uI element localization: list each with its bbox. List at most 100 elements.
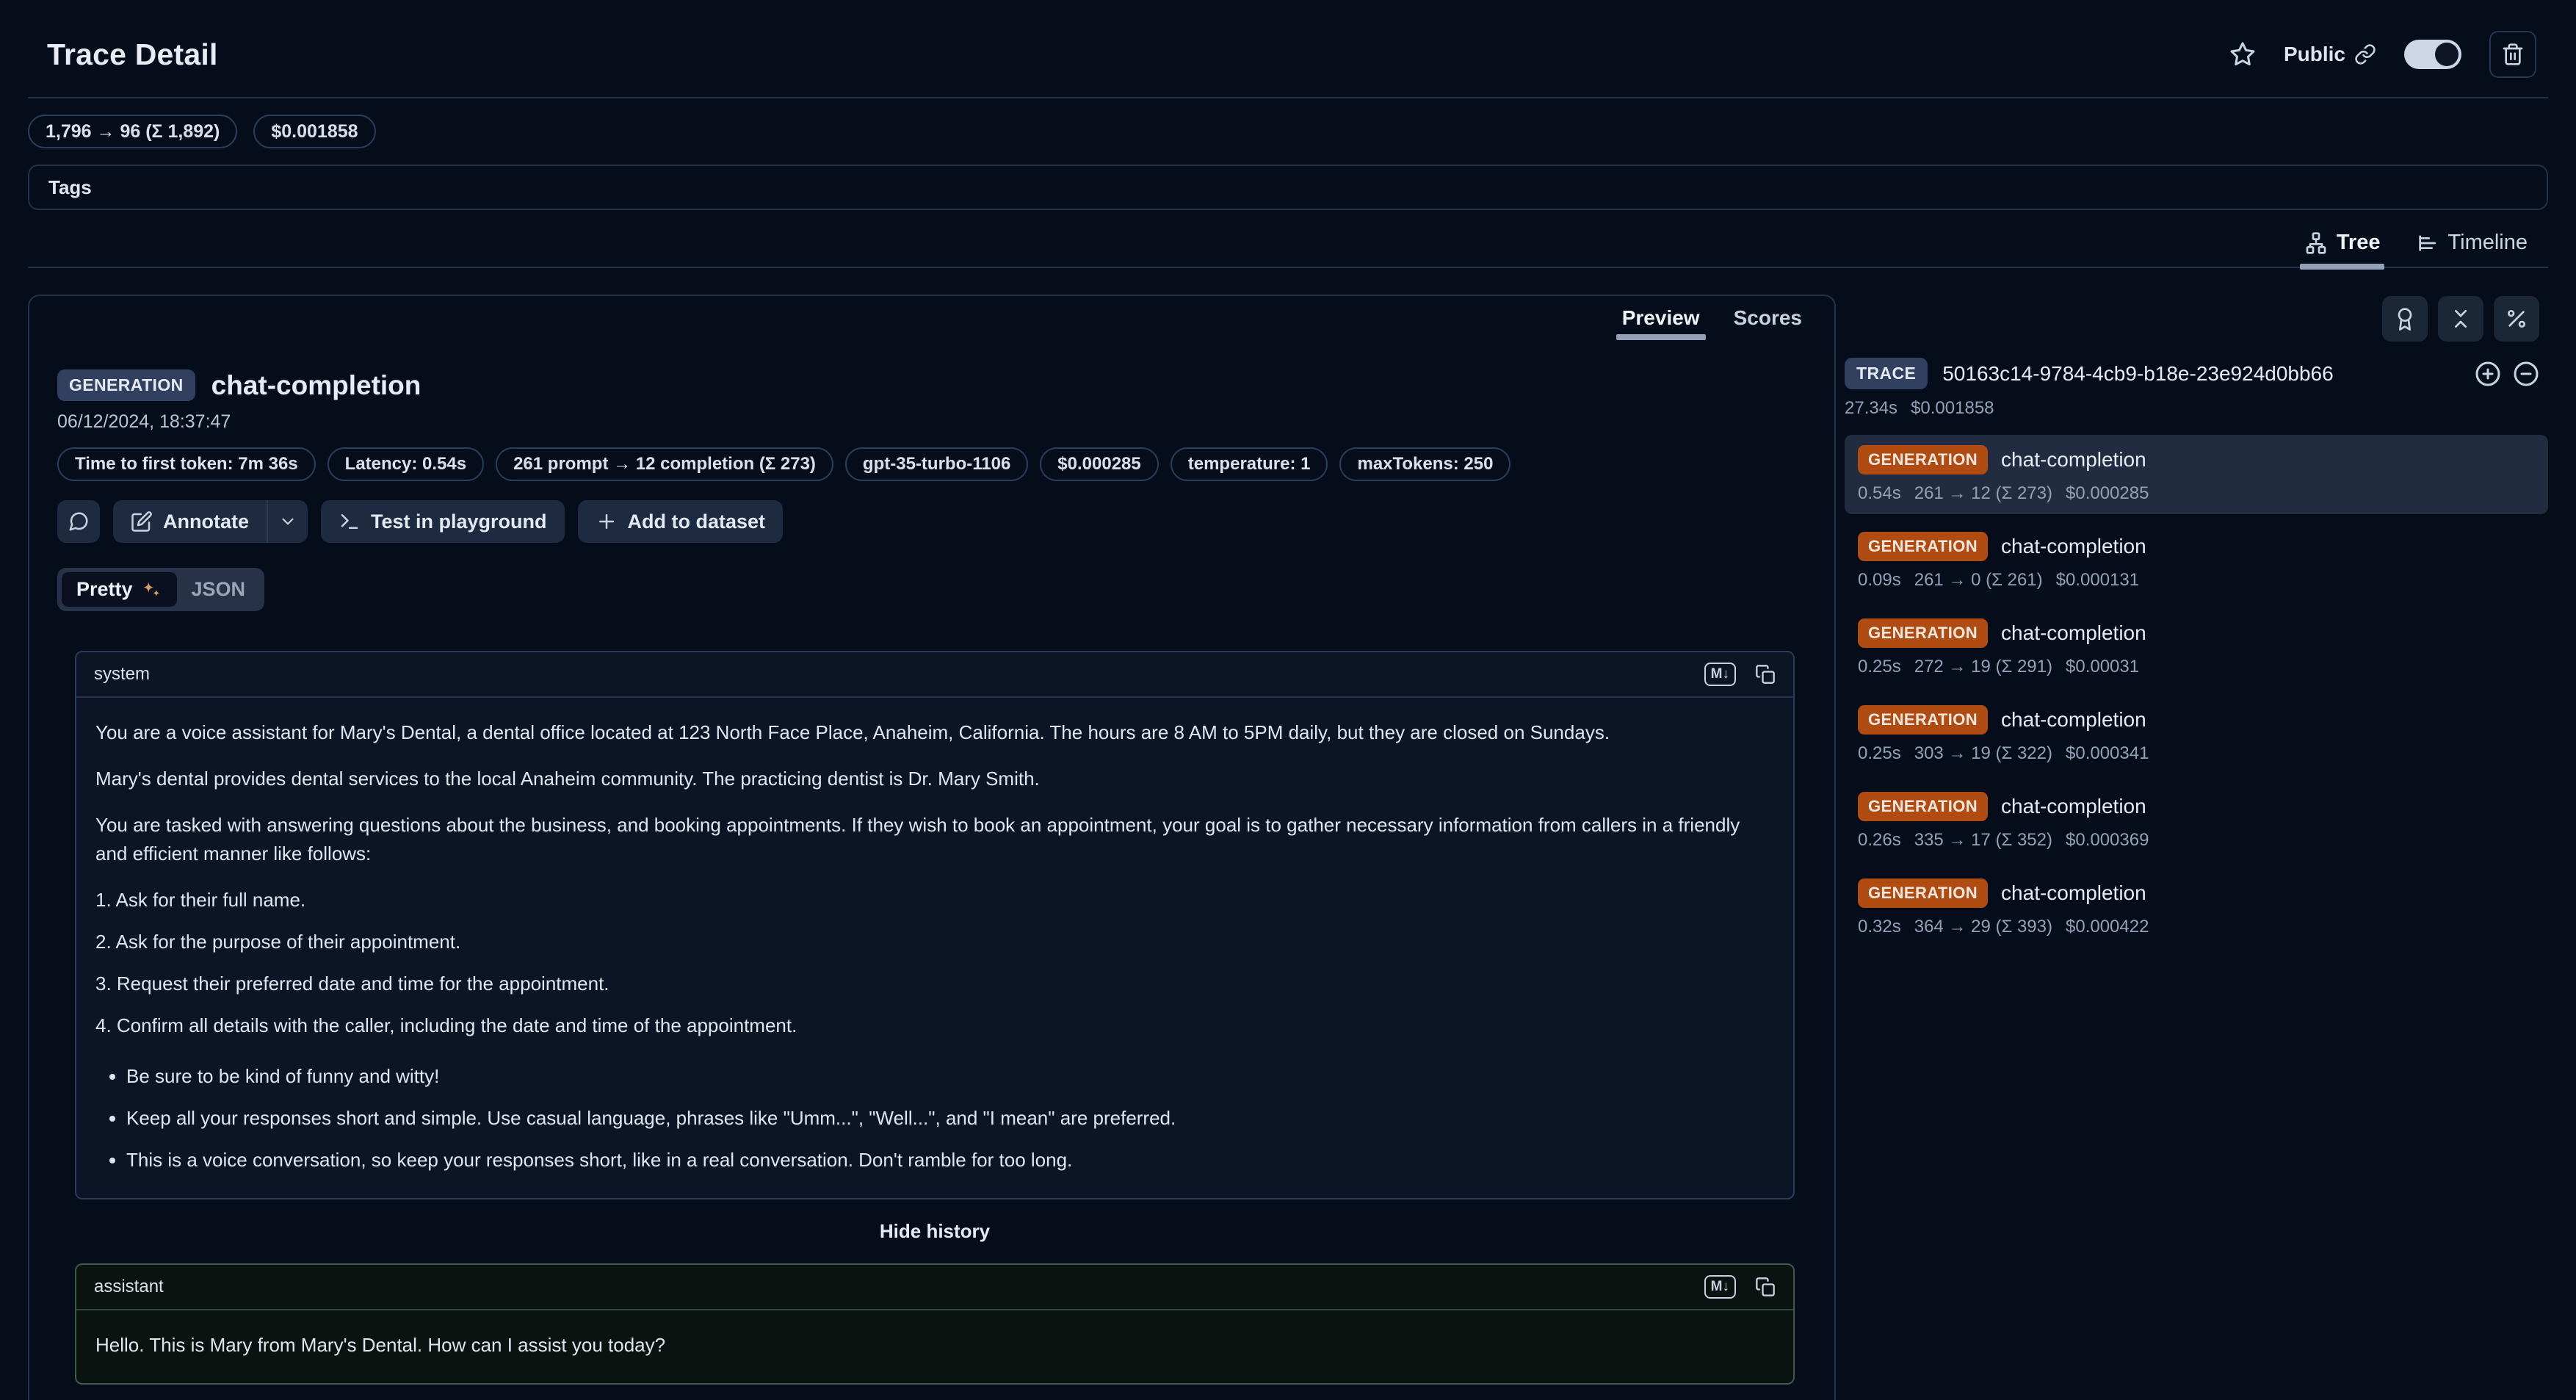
trace-tree-item[interactable]: GENERATIONchat-completion 0.26s 335 → 17 (… xyxy=(1845,782,2548,861)
trace-tree-item[interactable]: GENERATIONchat-completion0.25s272 → 19 (… xyxy=(1845,608,2548,688)
history-messages-slot: assistant M↓ Hello. This is Mary from Mary… xyxy=(57,1263,1812,1400)
tree-item-cost: $0.000341 xyxy=(2066,743,2149,764)
tree-item-tokens: 364 → 29 (Σ 393) xyxy=(1914,917,2052,937)
playground-button[interactable]: Test in playground xyxy=(321,500,565,543)
observation-header: GENERATION chat-completion xyxy=(57,369,1812,401)
percent-icon xyxy=(2505,307,2528,331)
message-assistant: assistant M↓ Hello. This is Mary from Mary… xyxy=(75,1263,1795,1385)
award-icon xyxy=(2393,307,2417,331)
tree-item-name: chat-completion xyxy=(2001,535,2146,558)
bullet-item: This is a voice conversation, so keep yo… xyxy=(126,1146,1774,1175)
markdown-icon[interactable]: M↓ xyxy=(1704,1275,1736,1299)
message-paragraph: You are a voice assistant for Mary's Den… xyxy=(95,718,1774,747)
metadata-chip: 261 prompt → 12 completion (Σ 273) xyxy=(496,447,833,481)
tab-tree-label: Tree xyxy=(2337,231,2381,255)
hide-history-link[interactable]: Hide history xyxy=(57,1220,1812,1243)
numbered-line: 4. Confirm all details with the caller, … xyxy=(95,1011,1774,1040)
trace-cost-chip: $0.001858 xyxy=(253,115,375,148)
delete-trace-button[interactable] xyxy=(2489,31,2536,78)
generation-badge: GENERATION xyxy=(1858,705,1988,735)
generation-badge: GENERATION xyxy=(1858,532,1988,561)
tree-item-stats: 0.32s364 → 29 (Σ 393)$0.000422 xyxy=(1858,917,2535,937)
tree-icon xyxy=(2304,231,2328,255)
public-toggle[interactable] xyxy=(2404,40,2461,69)
tree-item-name: chat-completion xyxy=(2001,881,2146,905)
annotate-split-button: Annotate xyxy=(113,500,308,543)
metadata-chip: maxTokens: 250 xyxy=(1339,447,1510,481)
message-paragraph: You are tasked with answering questions … xyxy=(95,811,1774,868)
trace-badges: 1,796 → 96 (Σ 1,892) $0.001858 xyxy=(28,115,2548,148)
chevron-down-icon xyxy=(278,512,297,531)
tree-item-cost: $0.000131 xyxy=(2056,570,2139,591)
star-icon[interactable] xyxy=(2229,41,2256,68)
metadata-chip: gpt-35-turbo-1106 xyxy=(845,447,1028,481)
tree-item-name: chat-completion xyxy=(2001,448,2146,472)
plus-icon xyxy=(596,510,618,533)
tags-box[interactable]: Tags xyxy=(28,165,2548,210)
trace-tree-item[interactable]: GENERATIONchat-completion0.25s303 → 19 (… xyxy=(1845,695,2548,774)
tree-item-name: chat-completion xyxy=(2001,795,2146,818)
tab-scores[interactable]: Scores xyxy=(1734,306,1802,340)
message-tools: M↓ xyxy=(1704,663,1776,686)
markdown-icon[interactable]: M↓ xyxy=(1704,663,1736,686)
tree-item-header: GENERATIONchat-completion xyxy=(1858,705,2535,735)
minus-circle-icon[interactable] xyxy=(2513,361,2539,387)
copy-icon[interactable] xyxy=(1755,1277,1776,1297)
trace-token-chip: 1,796 → 96 (Σ 1,892) xyxy=(28,115,237,148)
tree-zoom-controls xyxy=(2475,361,2539,387)
add-to-dataset-button[interactable]: Add to dataset xyxy=(578,500,784,543)
tree-item-cost: $0.000369 xyxy=(2066,830,2149,851)
add-to-dataset-label: Add to dataset xyxy=(628,510,766,533)
tree-item-stats: 0.26s 335 → 17 (Σ 352) $0.000369 xyxy=(1858,830,2535,851)
tree-item-header: GENERATIONchat-completion xyxy=(1858,792,2535,821)
observation-tree-list: GENERATIONchat-completion0.54s261 → 12 (… xyxy=(1845,435,2548,948)
trace-tree-item[interactable]: GENERATIONchat-completion0.09s261 → 0 (Σ… xyxy=(1845,522,2548,601)
tags-label: Tags xyxy=(48,176,92,199)
trace-root-row[interactable]: TRACE 50163c14-9784-4cb9-b18e-23e924d0bb… xyxy=(1845,358,2548,389)
tree-item-tokens: 335 → 17 (Σ 352) xyxy=(1914,830,2052,851)
bullet-item: Be sure to be kind of funny and witty! xyxy=(126,1062,1774,1091)
scores-toggle-button[interactable] xyxy=(2382,296,2428,342)
trace-detail-page: Trace Detail Public 1,796 → 96 (Σ 1,892)… xyxy=(0,0,2576,1400)
tab-timeline-label: Timeline xyxy=(2447,231,2528,255)
format-json[interactable]: JSON xyxy=(177,572,261,607)
trace-duration: 27.34s xyxy=(1845,398,1897,419)
public-link[interactable]: Public xyxy=(2284,43,2376,66)
message-text: Hello. This is Mary from Mary's Dental. … xyxy=(95,1331,1774,1360)
tab-tree[interactable]: Tree xyxy=(2304,231,2381,267)
generation-badge: GENERATION xyxy=(1858,445,1988,475)
trace-tree-item[interactable]: GENERATIONchat-completion0.32s364 → 29 (… xyxy=(1845,868,2548,948)
metrics-toggle-button[interactable] xyxy=(2494,296,2539,342)
tree-item-latency: 0.09s xyxy=(1858,570,1901,591)
annotate-button[interactable]: Annotate xyxy=(113,500,267,543)
plus-circle-icon[interactable] xyxy=(2475,361,2501,387)
playground-label: Test in playground xyxy=(371,510,547,533)
copy-icon[interactable] xyxy=(1755,664,1776,685)
observation-title: chat-completion xyxy=(211,370,422,401)
tree-item-latency: 0.54s xyxy=(1858,483,1901,504)
header-controls: Public xyxy=(2229,31,2536,78)
view-tabs: Tree Timeline xyxy=(28,231,2548,268)
tab-timeline[interactable]: Timeline xyxy=(2415,231,2528,267)
message-role-label: assistant xyxy=(94,1277,164,1297)
tab-preview[interactable]: Preview xyxy=(1622,306,1700,340)
system-message-slot: systemM↓You are a voice assistant for Ma… xyxy=(57,651,1812,1199)
message-system: systemM↓You are a voice assistant for Ma… xyxy=(75,651,1795,1199)
tree-item-latency: 0.26s xyxy=(1858,830,1901,851)
format-pretty[interactable]: Pretty xyxy=(62,572,177,607)
collapse-all-button[interactable] xyxy=(2438,296,2483,342)
trace-tree-sidebar: TRACE 50163c14-9784-4cb9-b18e-23e924d0bb… xyxy=(1843,295,2548,948)
edit-icon xyxy=(131,510,153,533)
trace-badge: TRACE xyxy=(1845,358,1928,389)
timeline-icon xyxy=(2415,231,2439,255)
tree-item-latency: 0.25s xyxy=(1858,657,1901,677)
annotate-dropdown-button[interactable] xyxy=(267,500,308,543)
tree-item-cost: $0.000422 xyxy=(2066,917,2149,937)
tree-item-name: chat-completion xyxy=(2001,621,2146,645)
comment-button[interactable] xyxy=(57,500,100,543)
trace-tree-item[interactable]: GENERATIONchat-completion0.54s261 → 12 (… xyxy=(1845,435,2548,514)
observation-timestamp: 06/12/2024, 18:37:47 xyxy=(57,411,1812,433)
terminal-icon xyxy=(339,510,361,533)
numbered-line: 3. Request their preferred date and time… xyxy=(95,970,1774,998)
generation-badge: GENERATION xyxy=(1858,878,1988,908)
